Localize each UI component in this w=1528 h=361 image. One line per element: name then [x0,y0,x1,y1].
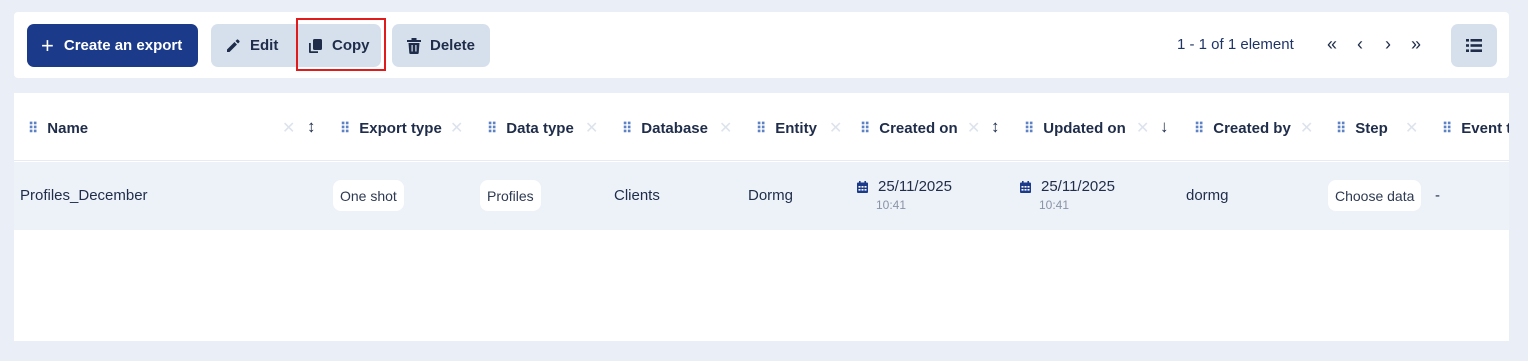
column-label: Created by [1213,119,1291,137]
cell-created-by: dormg [1186,187,1229,204]
list-icon [1466,39,1482,52]
previous-page-icon[interactable]: ‹ [1350,34,1370,55]
column-label: Entity [775,119,817,137]
cell-created-on: 25/11/2025 10:41 [857,178,952,212]
drag-handle-icon[interactable]: ⠿ [340,120,350,137]
cell-database: Clients [614,187,660,204]
delete-label: Delete [430,37,476,54]
clear-filter-icon[interactable]: ✕ [719,118,732,138]
column-label: Event t [1461,119,1509,137]
cell-step-chip: Choose data [1328,180,1422,211]
delete-button[interactable]: Delete [392,24,490,67]
column-label: Created on [879,119,958,137]
cell-event: - [1435,187,1440,204]
sort-icon[interactable]: ↕ [991,117,1000,137]
cell-data-type-chip: Profiles [480,180,541,211]
sort-descending-icon[interactable]: ↓ [1160,117,1169,137]
drag-handle-icon[interactable]: ⠿ [1194,120,1204,137]
create-export-button[interactable]: + Create an export [27,24,198,67]
trash-icon [407,37,421,54]
drag-handle-icon[interactable]: ⠿ [860,120,870,137]
drag-handle-icon[interactable]: ⠿ [28,120,38,137]
list-view-button[interactable] [1451,24,1497,67]
toolbar: + Create an export Edit Copy Delete 1 - … [14,12,1509,78]
column-header-created-on[interactable]: ⠿ Created on [860,118,958,138]
column-label: Export type [359,119,442,137]
clear-filter-icon[interactable]: ✕ [282,118,295,138]
clear-filter-icon[interactable]: ✕ [1405,118,1418,138]
column-header-entity[interactable]: ⠿ Entity [756,118,817,138]
column-label: Database [641,119,708,137]
edit-button[interactable]: Edit [211,24,296,67]
column-header-database[interactable]: ⠿ Database [622,118,708,138]
clear-filter-icon[interactable]: ✕ [585,118,598,138]
cell-updated-on: 25/11/2025 10:41 [1020,178,1115,212]
created-on-time: 10:41 [876,198,907,212]
pagination-text: 1 - 1 of 1 element [1177,36,1294,53]
clear-filter-icon[interactable]: ✕ [450,118,463,138]
column-header-name[interactable]: ⠿ Name [28,118,88,138]
column-label: Updated on [1043,119,1126,137]
drag-handle-icon[interactable]: ⠿ [1442,120,1452,137]
cell-export-type-chip: One shot [333,180,404,211]
column-header-export-type[interactable]: ⠿ Export type [340,118,442,138]
drag-handle-icon[interactable]: ⠿ [622,120,632,137]
calendar-icon [1020,180,1031,193]
column-header-data-type[interactable]: ⠿ Data type [487,118,574,138]
copy-highlight-box [296,18,386,71]
column-header-event[interactable]: ⠿ Event t [1442,118,1509,138]
column-label: Data type [506,119,574,137]
last-page-icon[interactable]: » [1406,34,1426,55]
column-header-updated-on[interactable]: ⠿ Updated on [1024,118,1126,138]
column-header-created-by[interactable]: ⠿ Created by [1194,118,1291,138]
clear-filter-icon[interactable]: ✕ [1300,118,1313,138]
clear-filter-icon[interactable]: ✕ [1136,118,1149,138]
drag-handle-icon[interactable]: ⠿ [1336,120,1346,137]
edit-label: Edit [250,37,279,54]
updated-on-time: 10:41 [1039,198,1070,212]
column-label: Name [47,119,89,137]
calendar-icon [857,180,868,193]
clear-filter-icon[interactable]: ✕ [829,118,842,138]
cell-entity: Dormg [748,187,794,204]
exports-table: ⠿ Name ✕ ↕ ⠿ Export type ✕ ⠿ Data type ✕… [14,93,1509,341]
column-header-step[interactable]: ⠿ Step [1336,118,1388,138]
column-label: Step [1355,119,1388,137]
create-export-label: Create an export [63,37,183,54]
first-page-icon[interactable]: « [1322,34,1342,55]
drag-handle-icon[interactable]: ⠿ [487,120,497,137]
drag-handle-icon[interactable]: ⠿ [756,120,766,137]
clear-filter-icon[interactable]: ✕ [967,118,980,138]
pencil-icon [227,38,240,52]
created-on-date: 25/11/2025 [878,178,952,195]
next-page-icon[interactable]: › [1378,34,1398,55]
plus-icon: + [41,32,54,58]
table-header: ⠿ Name ✕ ↕ ⠿ Export type ✕ ⠿ Data type ✕… [14,93,1509,161]
updated-on-date: 25/11/2025 [1041,178,1115,195]
sort-icon[interactable]: ↕ [307,117,316,137]
table-row[interactable]: Profiles_December One shot Profiles Clie… [14,162,1509,230]
cell-name: Profiles_December [20,187,148,204]
drag-handle-icon[interactable]: ⠿ [1024,120,1034,137]
